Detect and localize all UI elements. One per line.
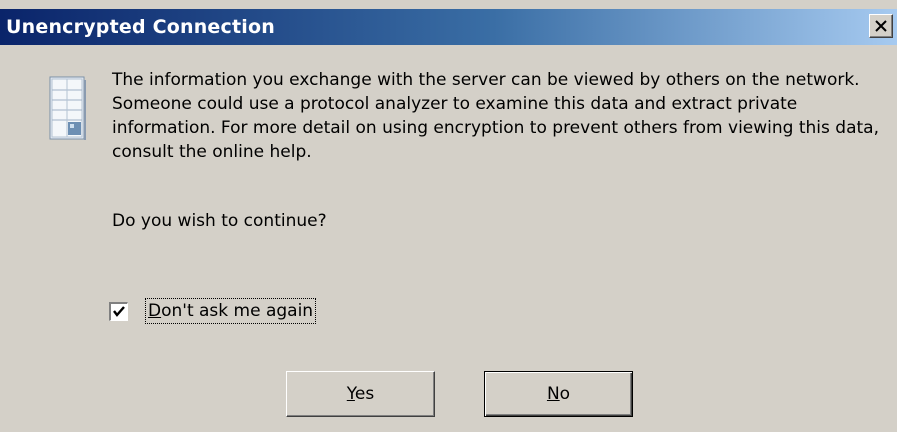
message-text: The information you exchange with the se… (112, 70, 879, 162)
server-icon (49, 76, 86, 140)
title-bar[interactable]: Unencrypted Connection (0, 9, 897, 45)
question-text: Do you wish to continue? (112, 211, 327, 231)
label-accelerator: D (148, 301, 162, 321)
window-title: Unencrypted Connection (6, 16, 275, 38)
checkmark-icon (113, 306, 125, 317)
dont-ask-again-checkbox[interactable] (109, 302, 128, 321)
close-button[interactable] (869, 14, 893, 38)
no-rest: o (559, 384, 571, 404)
no-button[interactable]: No (484, 371, 633, 417)
yes-rest: es (354, 384, 375, 404)
label-rest: on't ask me again (161, 301, 314, 321)
no-accelerator: N (546, 384, 560, 404)
yes-button[interactable]: Yes (286, 371, 435, 417)
dialog-window: Unencrypted Connection The information y… (0, 0, 897, 432)
yes-accelerator: Y (346, 384, 355, 404)
close-icon (875, 20, 887, 32)
dont-ask-again-label[interactable]: Don't ask me again (144, 298, 317, 324)
